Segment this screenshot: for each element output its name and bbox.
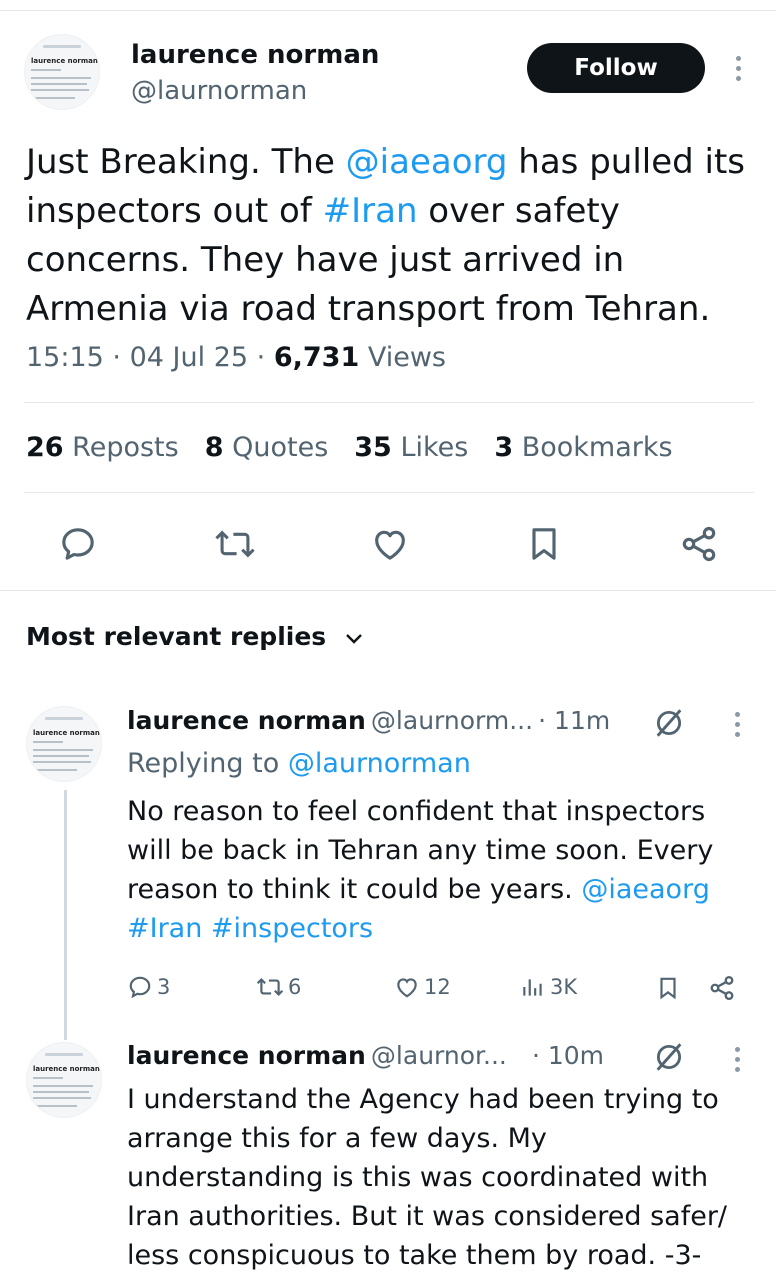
views-label: Views (367, 342, 446, 373)
avatar-decoration (31, 69, 61, 71)
views-count: 3K (550, 975, 578, 999)
reply-header: laurence norman @laurnorm... · 11m (127, 706, 610, 735)
tweet-text-part: Just Breaking. The (26, 142, 346, 182)
avatar-decoration (43, 45, 81, 48)
avatar-decoration (33, 761, 91, 763)
replies-sort-dropdown[interactable]: Most relevant replies (26, 622, 363, 651)
avatar-decoration (33, 755, 89, 757)
repost-icon (256, 977, 284, 997)
reply-reply-action[interactable]: 3 (127, 974, 170, 1000)
author-name[interactable]: laurence norman (131, 40, 379, 70)
replying-to-link[interactable]: @laurnorman (288, 748, 471, 779)
more-options-icon[interactable] (733, 56, 743, 81)
reply-more-icon[interactable] (732, 1047, 742, 1072)
avatar-decoration (31, 89, 89, 91)
replying-to-prefix: Replying to (127, 748, 288, 779)
avatar-decoration (33, 1085, 93, 1087)
stat-label: Reposts (72, 432, 179, 463)
reply-time[interactable]: · 10m (532, 1041, 604, 1070)
avatar-name-text: laurence norman (33, 1065, 100, 1073)
section-divider (0, 590, 776, 591)
grok-icon[interactable] (652, 1040, 686, 1074)
repost-icon[interactable] (214, 524, 256, 564)
avatar-decoration (31, 97, 75, 99)
avatar-decoration (33, 769, 77, 771)
reply-time[interactable]: · 11m (538, 706, 610, 735)
reply-avatar[interactable]: laurence norman (26, 1042, 102, 1118)
reply-icon (129, 976, 151, 999)
replies-sort-label: Most relevant replies (26, 622, 327, 651)
views-count: 6,731 (273, 342, 360, 373)
author-avatar[interactable]: laurence norman (24, 34, 100, 110)
reply-author-handle[interactable]: @laurnorm... (371, 706, 533, 735)
stat-count: 3 (494, 432, 514, 463)
reply-like-action[interactable]: 12 (394, 974, 451, 1000)
meta-separator: · (256, 342, 266, 373)
reply-views-action[interactable]: 3K (520, 974, 577, 1000)
bookmark-icon[interactable] (655, 974, 681, 1002)
stat-label: Likes (400, 432, 469, 463)
stat-count: 26 (26, 432, 64, 463)
views-icon (523, 979, 542, 996)
stat-label: Bookmarks (521, 432, 673, 463)
repost-count: 6 (288, 975, 302, 999)
avatar-decoration (45, 1053, 83, 1056)
replying-to: Replying to @laurnorman (127, 748, 471, 779)
like-icon[interactable] (370, 524, 410, 564)
follow-button[interactable]: Follow (527, 43, 705, 93)
grok-icon[interactable] (652, 706, 686, 740)
reply-avatar[interactable]: laurence norman (26, 706, 102, 782)
reply-author-name[interactable]: laurence norman (127, 706, 366, 735)
avatar-decoration (33, 1097, 91, 1099)
avatar-decoration (33, 1077, 63, 1079)
avatar-decoration (33, 1105, 77, 1107)
like-icon (397, 978, 417, 998)
thread-connector (64, 790, 67, 1040)
mention-link[interactable]: @iaeaorg (581, 874, 710, 905)
avatar-name-text: laurence norman (31, 57, 98, 65)
hashtag-links[interactable]: #Iran #inspectors (127, 913, 373, 944)
hashtag-link[interactable]: #Iran (323, 191, 418, 231)
reply-author-name[interactable]: laurence norman (127, 1041, 366, 1070)
avatar-decoration (31, 83, 87, 85)
reply-icon[interactable] (58, 524, 98, 564)
tweet-stats: 26 Reposts 8 Quotes 35 Likes 3 Bookmarks (26, 432, 673, 463)
share-icon[interactable] (679, 524, 719, 564)
mention-link[interactable]: @iaeaorg (346, 142, 508, 182)
stat-quotes[interactable]: 8 Quotes (205, 432, 329, 463)
reply-count: 3 (157, 975, 171, 999)
tweet-text: Just Breaking. The @iaeaorg has pulled i… (26, 138, 756, 334)
avatar-decoration (33, 749, 93, 751)
divider (24, 402, 754, 403)
stat-count: 35 (354, 432, 392, 463)
tweet-meta: 15:15 · 04 Jul 25 · 6,731 Views (26, 342, 446, 373)
tweet-time[interactable]: 15:15 (26, 342, 104, 373)
avatar-name-text: laurence norman (33, 729, 100, 737)
stat-likes[interactable]: 35 Likes (354, 432, 468, 463)
meta-separator: · (112, 342, 121, 373)
bookmark-icon[interactable] (524, 524, 564, 564)
reply-repost-action[interactable]: 6 (256, 974, 301, 1000)
stat-bookmarks[interactable]: 3 Bookmarks (494, 432, 672, 463)
avatar-decoration (33, 741, 63, 743)
tweet-date[interactable]: 04 Jul 25 (130, 342, 248, 373)
share-icon[interactable] (708, 974, 736, 1002)
avatar-decoration (31, 77, 91, 79)
divider (24, 492, 754, 493)
reply-text: I understand the Agency had been trying … (127, 1084, 728, 1271)
stat-label: Quotes (232, 432, 329, 463)
avatar-decoration (33, 1091, 89, 1093)
reply-text: No reason to feel confident that inspect… (127, 792, 747, 948)
reply-header: laurence norman @laurnor... · 10m (127, 1041, 604, 1070)
avatar-decoration (45, 717, 83, 720)
reply-author-handle[interactable]: @laurnor... (371, 1041, 507, 1070)
author-handle[interactable]: @laurnorman (131, 76, 307, 106)
stat-reposts[interactable]: 26 Reposts (26, 432, 179, 463)
reply-more-icon[interactable] (732, 712, 742, 737)
like-count: 12 (424, 975, 451, 999)
chevron-down-icon (346, 634, 362, 644)
stat-count: 8 (204, 432, 224, 463)
top-divider (0, 10, 776, 11)
